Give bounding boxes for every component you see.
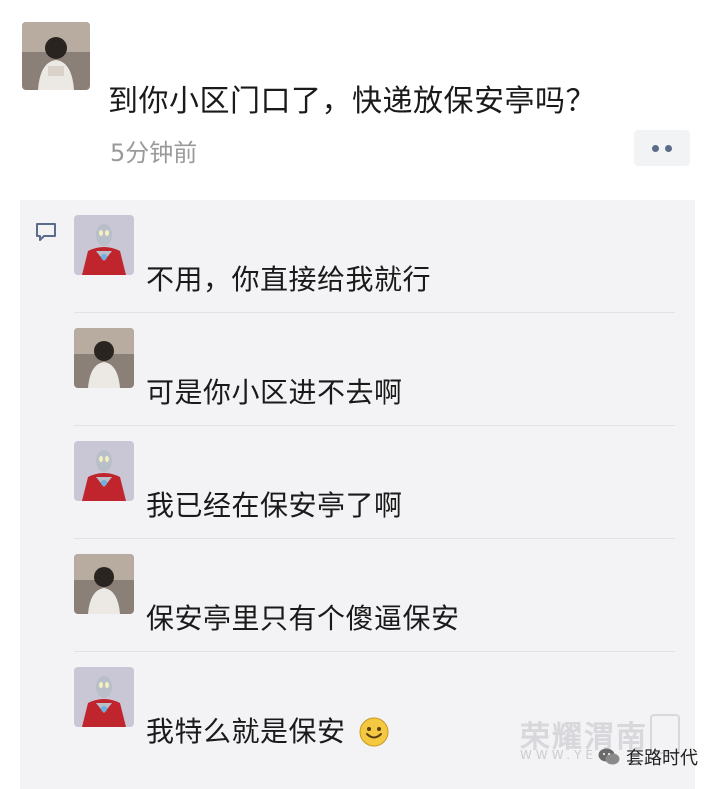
comment-item: 可是你小区进不去啊 [20, 313, 695, 426]
post-text: 到你小区门口了，快递放保安亭吗？ [108, 84, 596, 119]
more-options-button[interactable] [634, 130, 690, 166]
comment-item: 保安亭里只有个傻逼保安 [20, 539, 695, 652]
smile-emoji-icon [359, 717, 389, 747]
commenter-avatar-courier[interactable] [74, 554, 134, 614]
moment-post: 到你小区门口了，快递放保安亭吗？ 5分钟前 [0, 0, 720, 200]
more-dot-icon [652, 144, 659, 152]
comment-text: 我特么就是保安 [146, 715, 346, 748]
author-avatar[interactable] [22, 22, 90, 90]
commenter-avatar-courier[interactable] [74, 328, 134, 388]
commenter-avatar-ultraman[interactable] [74, 667, 134, 727]
post-timestamp: 5分钟前 [110, 139, 198, 167]
comment-text: 可是你小区进不去啊 [146, 376, 403, 409]
account-name: 套路时代 [626, 748, 698, 769]
commenter-avatar-ultraman[interactable] [74, 441, 134, 501]
wechat-icon [598, 748, 620, 765]
comments-section: 不用，你直接给我就行 可是你小区进不去啊 我已经在保安亭了啊 保安亭里只有个傻逼… [20, 200, 695, 789]
comment-item: 不用，你直接给我就行 [20, 200, 695, 313]
comment-text-with-emoji: 我特么就是保安 [146, 710, 389, 750]
source-account: 套路时代 [598, 744, 698, 770]
comment-text: 不用，你直接给我就行 [146, 263, 432, 296]
more-dot-icon [665, 144, 672, 152]
watermark-url: WWW.YE [520, 748, 597, 762]
comment-text: 我已经在保安亭了啊 [146, 489, 403, 522]
comment-text: 保安亭里只有个傻逼保安 [146, 602, 460, 635]
comment-item: 我已经在保安亭了啊 [20, 426, 695, 539]
commenter-avatar-ultraman[interactable] [74, 215, 134, 275]
watermark: 荣耀渭南 [520, 712, 700, 755]
